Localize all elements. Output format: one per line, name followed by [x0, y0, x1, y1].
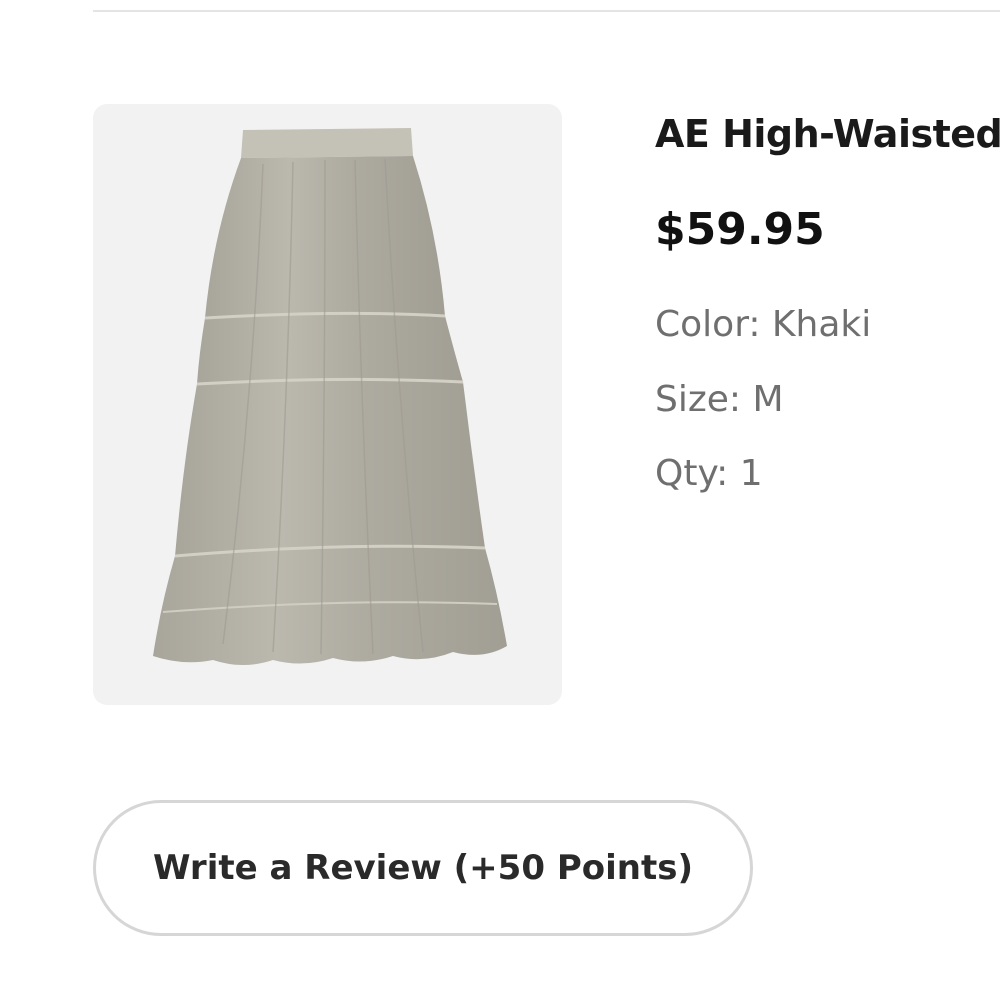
- skirt-tier-2: [197, 313, 463, 384]
- skirt-tier-3: [175, 379, 485, 556]
- skirt-tier-4: [153, 546, 507, 665]
- product-details: AE High-Waisted Tiered Maxi Skirt: [655, 108, 1000, 160]
- skirt-image: [153, 128, 507, 665]
- product-price: $59.95: [655, 204, 825, 255]
- product-qty: Qty: 1: [655, 453, 763, 494]
- waistband: [241, 128, 413, 158]
- product-name[interactable]: AE High-Waisted Tiered Maxi Skirt: [655, 108, 1000, 160]
- product-color: Color: Khaki: [655, 304, 872, 345]
- product-size: Size: M: [655, 379, 784, 420]
- product-image[interactable]: [93, 104, 562, 705]
- top-divider: [93, 10, 1000, 12]
- write-review-button[interactable]: Write a Review (+50 Points): [93, 800, 753, 936]
